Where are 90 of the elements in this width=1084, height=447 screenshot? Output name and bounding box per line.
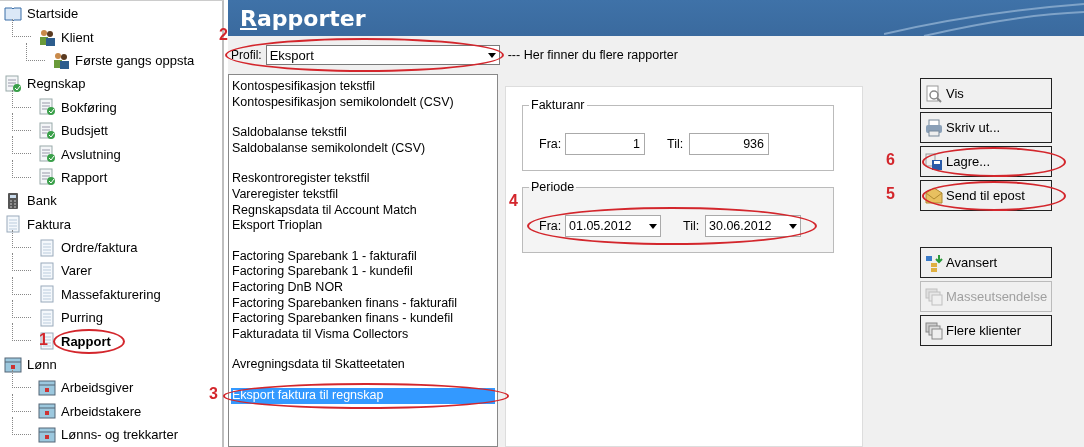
tree-item[interactable]: Varer	[61, 263, 92, 279]
document-icon	[38, 262, 56, 280]
envelope-icon	[925, 186, 943, 205]
report-item[interactable]: Avregningsdata til Skatteetaten	[231, 357, 495, 373]
windows-stack-icon	[925, 321, 943, 340]
tree-item[interactable]: Arbeidstakere	[61, 403, 142, 419]
action-button[interactable]: Vis	[920, 78, 1052, 109]
hierarchy-icon	[925, 253, 943, 272]
document-check-icon	[4, 74, 22, 93]
tree-item[interactable]: Rapport	[61, 333, 111, 349]
report-item[interactable]: Factoring Sparebank 1 - fakturafil	[231, 248, 495, 265]
page-title: Rapporter	[240, 5, 366, 31]
windows-stack-icon	[925, 287, 943, 306]
report-item[interactable]: Kontospesifikasjon tekstfil	[231, 79, 495, 95]
input-field[interactable]: 936	[689, 133, 769, 155]
group-title: Periode	[529, 180, 577, 194]
action-button[interactable]: Send til epost	[920, 180, 1052, 211]
people-icon	[38, 28, 56, 47]
report-item[interactable]: Saldobalanse tekstfil	[231, 125, 495, 141]
tree-item[interactable]: Regnskap	[27, 76, 86, 92]
document-icon	[38, 238, 56, 257]
profile-label: Profil:	[231, 48, 262, 62]
action-button[interactable]: Flere klienter	[920, 315, 1052, 346]
tree-item[interactable]: Lønn	[27, 357, 57, 373]
action-button[interactable]: Skriv ut...	[920, 112, 1052, 143]
input-field[interactable]: 1	[565, 133, 645, 155]
hint-text: --- Her finner du flere rapporter	[507, 48, 678, 62]
annotation-number: 5	[886, 186, 895, 202]
header-swoosh-icon	[884, 0, 1084, 36]
report-item[interactable]: Factoring Sparebank 1 - kundefil	[231, 264, 495, 280]
date-picker[interactable]: 01.05.2012	[565, 215, 661, 237]
annotation-ellipse	[53, 328, 125, 354]
report-item[interactable]: Factoring Sparebanken finans - kundefil	[231, 311, 495, 327]
document-check-icon	[38, 121, 56, 140]
document-check-icon	[38, 98, 56, 117]
tree-item[interactable]: Bank	[27, 193, 57, 209]
tree-item[interactable]: Budsjett	[61, 123, 108, 139]
group-title: Fakturanr	[529, 98, 587, 112]
document-check-icon	[38, 145, 56, 164]
report-item[interactable]: Factoring Sparebanken finans - fakturafil	[231, 295, 495, 312]
date-picker[interactable]: 30.06.2012	[705, 215, 801, 237]
caret-icon	[649, 223, 657, 229]
save-icon	[925, 152, 943, 171]
tree-item[interactable]: Avslutning	[61, 146, 121, 162]
document-icon	[38, 285, 56, 304]
report-item[interactable]: Reskontroregister tekstfil	[231, 171, 495, 187]
report-item[interactable]: Fakturadata til Visma Collectors	[231, 326, 495, 343]
tree-item[interactable]: Første gangs oppsta	[75, 52, 195, 68]
printer-icon	[925, 118, 943, 137]
field-label: Fra:	[539, 219, 563, 233]
report-item[interactable]: Saldobalanse semikolondelt (CSV)	[231, 140, 495, 157]
report-item[interactable]: Eksport Trioplan	[231, 218, 495, 234]
document-icon	[38, 308, 56, 327]
calendar-icon	[38, 402, 56, 421]
report-item[interactable]: Kontospesifikasjon semikolondelt (CSV)	[231, 94, 495, 111]
tree-item[interactable]: Massefakturering	[61, 286, 161, 302]
document-icon	[38, 332, 56, 351]
field-label: Til:	[683, 219, 701, 233]
annotation-number: 6	[886, 152, 895, 168]
annotation-number: 3	[209, 385, 218, 402]
calendar-icon	[38, 425, 56, 444]
tree-item[interactable]: Lønns- og trekkarter	[61, 427, 179, 443]
action-button[interactable]: Lagre...	[920, 146, 1052, 177]
profile-dropdown[interactable]: Eksport	[265, 45, 500, 65]
book-icon	[4, 4, 22, 23]
tree-item[interactable]: Bokføring	[61, 99, 117, 115]
tree-item[interactable]: Rapport	[61, 169, 108, 185]
document-icon	[4, 215, 22, 234]
tree-item[interactable]: Ordre/faktura	[61, 240, 138, 256]
annotation-number: 2	[219, 27, 228, 43]
report-item[interactable]: Factoring DnB NOR	[231, 279, 495, 296]
tree-item[interactable]: Startside	[27, 6, 79, 22]
report-item[interactable]: Regnskapsdata til Account Match	[231, 202, 495, 219]
tree-item[interactable]: Klient	[61, 29, 94, 45]
tree-item[interactable]: Arbeidsgiver	[61, 380, 134, 396]
annotation-number: 4	[509, 193, 518, 209]
report-item[interactable]: Vareregister tekstfil	[231, 186, 495, 203]
annotation-number: 1	[39, 331, 48, 348]
calendar-icon	[4, 355, 22, 374]
field-label: Til:	[667, 137, 685, 151]
tree-item[interactable]: Purring	[61, 310, 103, 326]
caret-icon	[789, 223, 797, 229]
action-button[interactable]: Avansert	[920, 247, 1052, 278]
magnifier-page-icon	[925, 84, 943, 103]
tree-item[interactable]: Faktura	[27, 216, 72, 232]
field-label: Fra:	[539, 137, 563, 151]
calendar-icon	[38, 378, 56, 397]
caret-icon	[487, 52, 496, 58]
people-icon	[52, 51, 70, 70]
document-check-icon	[38, 168, 56, 187]
